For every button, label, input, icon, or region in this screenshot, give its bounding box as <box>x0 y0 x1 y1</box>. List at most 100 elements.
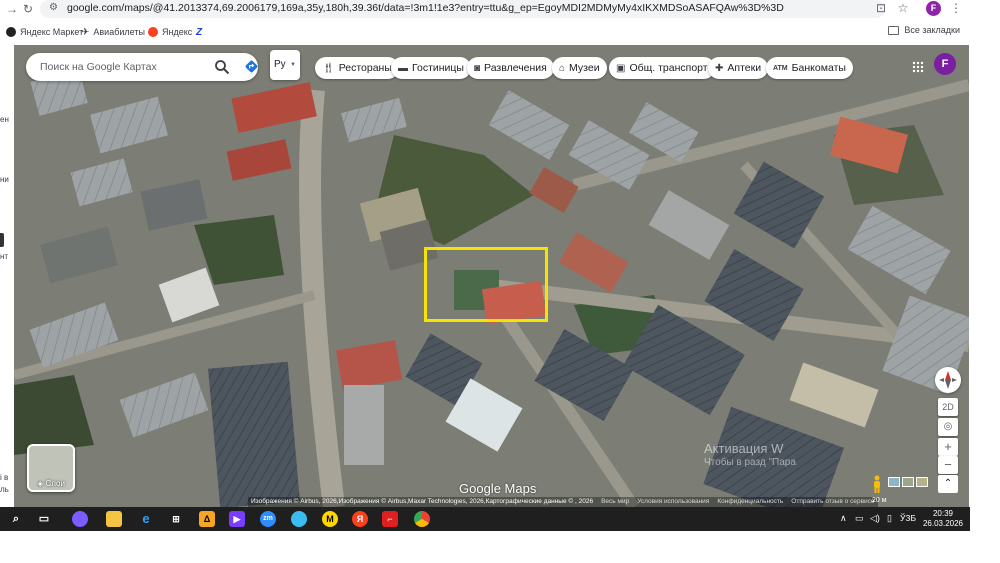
chip-label: Развлечения <box>484 62 547 74</box>
chip-pharmacies[interactable]: ✚ Аптеки <box>708 57 769 79</box>
zoom-out-button[interactable]: − <box>938 456 958 474</box>
camera-icon: ◙ <box>474 62 481 74</box>
forward-icon[interactable]: → <box>4 1 20 17</box>
bookmark-yandex[interactable]: Яндекс <box>148 25 192 39</box>
app-icon[interactable] <box>72 511 88 527</box>
chip-restaurants[interactable]: 🍴︎ Рестораны <box>315 57 399 79</box>
url-text[interactable]: google.com/maps/@41.2013374,69.2006179,1… <box>67 2 857 14</box>
language-indicator[interactable]: ЎЗБ <box>900 513 916 523</box>
atm-icon: ATM <box>773 64 788 72</box>
chevron-down-icon: ▼ <box>290 62 296 68</box>
fork-knife-icon: 🍴︎ <box>322 62 335 74</box>
app-icon[interactable] <box>291 511 307 527</box>
thumbnail-icon[interactable] <box>902 477 914 487</box>
task-view-icon[interactable]: ▭ <box>36 511 52 527</box>
yandex-browser-icon[interactable]: Я <box>352 511 368 527</box>
network-icon[interactable]: ▭ <box>855 513 864 524</box>
pegman-icon[interactable] <box>871 475 883 493</box>
file-explorer-icon[interactable] <box>106 511 122 527</box>
language-button[interactable]: Ру ▼ <box>270 50 300 80</box>
plane-icon: ✈ <box>81 26 90 38</box>
expand-up-icon[interactable]: ⌃ <box>938 475 958 493</box>
chrome-icon[interactable] <box>414 511 430 527</box>
store-icon[interactable]: ⊞ <box>168 511 184 527</box>
chip-label: Аптеки <box>727 62 762 74</box>
bookmark-aviabilety[interactable]: ✈ Авиабилеты <box>81 25 145 39</box>
left-panel-edge: ен ни нт і в ль <box>0 45 14 507</box>
attribution-link-terms[interactable]: Условия использования <box>637 498 709 506</box>
thumbnail-icon[interactable] <box>888 477 900 487</box>
app-icon[interactable]: M <box>322 511 338 527</box>
site-info-icon[interactable]: ⚙ <box>49 2 61 14</box>
chip-label: Банкоматы <box>791 62 846 74</box>
all-bookmarks[interactable]: Все закладки <box>888 25 960 35</box>
apps-grid-icon[interactable] <box>912 61 924 73</box>
bookmark-yandex-market[interactable]: Яндекс Маркет <box>6 25 83 39</box>
chip-hotels[interactable]: ▬ Гостиницы <box>391 57 471 79</box>
chip-label: Общ. транспорт <box>629 62 708 74</box>
museum-icon: ⌂ <box>559 62 566 74</box>
highlight-rectangle <box>424 247 548 322</box>
attribution-link-feedback[interactable]: Отправить отзыв о сервисе <box>791 498 874 506</box>
clock-date: 26.03.2026 <box>922 519 964 528</box>
scale-label[interactable]: 20 м <box>872 497 887 504</box>
address-row: → ↻ ⚙ google.com/maps/@41.2013374,69.200… <box>0 0 970 19</box>
chip-transit[interactable]: ▣ Общ. транспорт <box>609 57 715 79</box>
directions-icon[interactable] <box>244 59 259 74</box>
reload-icon[interactable]: ↻ <box>20 1 36 17</box>
bed-icon: ▬ <box>398 62 408 74</box>
chip-entertainment[interactable]: ◙ Развлечения <box>467 57 554 79</box>
folder-icon <box>888 25 900 35</box>
chip-label: Рестораны <box>338 62 392 74</box>
bookmark-z-icon: Z <box>196 26 203 38</box>
strip-text: ен <box>0 115 9 124</box>
zoom-in-button[interactable]: + <box>938 438 958 456</box>
zoom-icon[interactable]: zm <box>260 511 276 527</box>
profile-avatar[interactable]: F <box>926 1 941 16</box>
activation-text: Чтобы в разд "Пара <box>704 457 796 468</box>
my-location-icon[interactable]: ◎ <box>938 418 958 436</box>
chip-label: Музеи <box>569 62 600 74</box>
app-icon[interactable]: ▶ <box>229 511 245 527</box>
pharmacy-icon: ✚ <box>715 62 724 74</box>
activation-title: Активация W <box>704 441 784 456</box>
battery-icon[interactable]: ▯ <box>887 513 892 524</box>
bookmark-logo[interactable]: Z <box>196 25 202 39</box>
panel-handle[interactable] <box>0 233 4 247</box>
edge-icon[interactable]: e <box>138 511 154 527</box>
attribution-link-world[interactable]: Весь мир <box>601 498 629 506</box>
taskbar: ⌕ ▭ e ⊞ Δ ▶ zm M Я ⌐ ∧ ▭ ◁) ▯ ЎЗБ 20:39 … <box>0 507 970 531</box>
install-app-icon[interactable]: ⊡ <box>873 1 889 17</box>
layers-label: ◈ Слои <box>37 479 65 488</box>
search-icon[interactable]: ⌕ <box>8 511 24 527</box>
layers-label-text: Слои <box>45 479 65 488</box>
strip-text: нт <box>0 252 9 261</box>
bookmark-star-icon[interactable]: ☆ <box>895 1 911 17</box>
compass-icon[interactable] <box>935 367 961 393</box>
app-icon[interactable]: Δ <box>199 511 215 527</box>
view-mode-button[interactable]: 2D <box>938 398 958 416</box>
tray-chevron-icon[interactable]: ∧ <box>840 513 847 524</box>
thumbnail-icon[interactable] <box>916 477 928 487</box>
search-input[interactable]: Поиск на Google Картах <box>40 61 157 73</box>
chip-museums[interactable]: ⌂ Музеи <box>552 57 607 79</box>
account-avatar[interactable]: F <box>934 53 956 75</box>
menu-kebab-icon[interactable]: ⋮ <box>948 1 964 17</box>
satellite-map[interactable]: Поиск на Google Картах Ру ▼ 🍴︎ Рестораны… <box>14 45 969 507</box>
yandex-market-icon <box>6 27 16 37</box>
chip-atms[interactable]: ATM Банкоматы <box>766 57 853 79</box>
google-maps-watermark: Google Maps <box>459 481 537 496</box>
volume-icon[interactable]: ◁) <box>870 513 880 524</box>
search-box[interactable]: Поиск на Google Картах <box>26 53 258 81</box>
strip-text: і в <box>0 473 9 482</box>
address-bar[interactable]: ⚙ google.com/maps/@41.2013374,69.2006179… <box>40 0 885 18</box>
language-label: Ру <box>274 59 286 70</box>
search-icon[interactable] <box>214 59 230 75</box>
clock-time: 20:39 <box>932 509 954 518</box>
clock[interactable]: 20:39 26.03.2026 <box>918 509 968 529</box>
layers-button[interactable]: ◈ Слои <box>27 444 75 492</box>
bus-icon: ▣ <box>616 62 626 74</box>
pdf-icon[interactable]: ⌐ <box>382 511 398 527</box>
imagery-thumbnails[interactable] <box>888 477 928 487</box>
attribution-link-privacy[interactable]: Конфиденциальность <box>717 498 783 506</box>
